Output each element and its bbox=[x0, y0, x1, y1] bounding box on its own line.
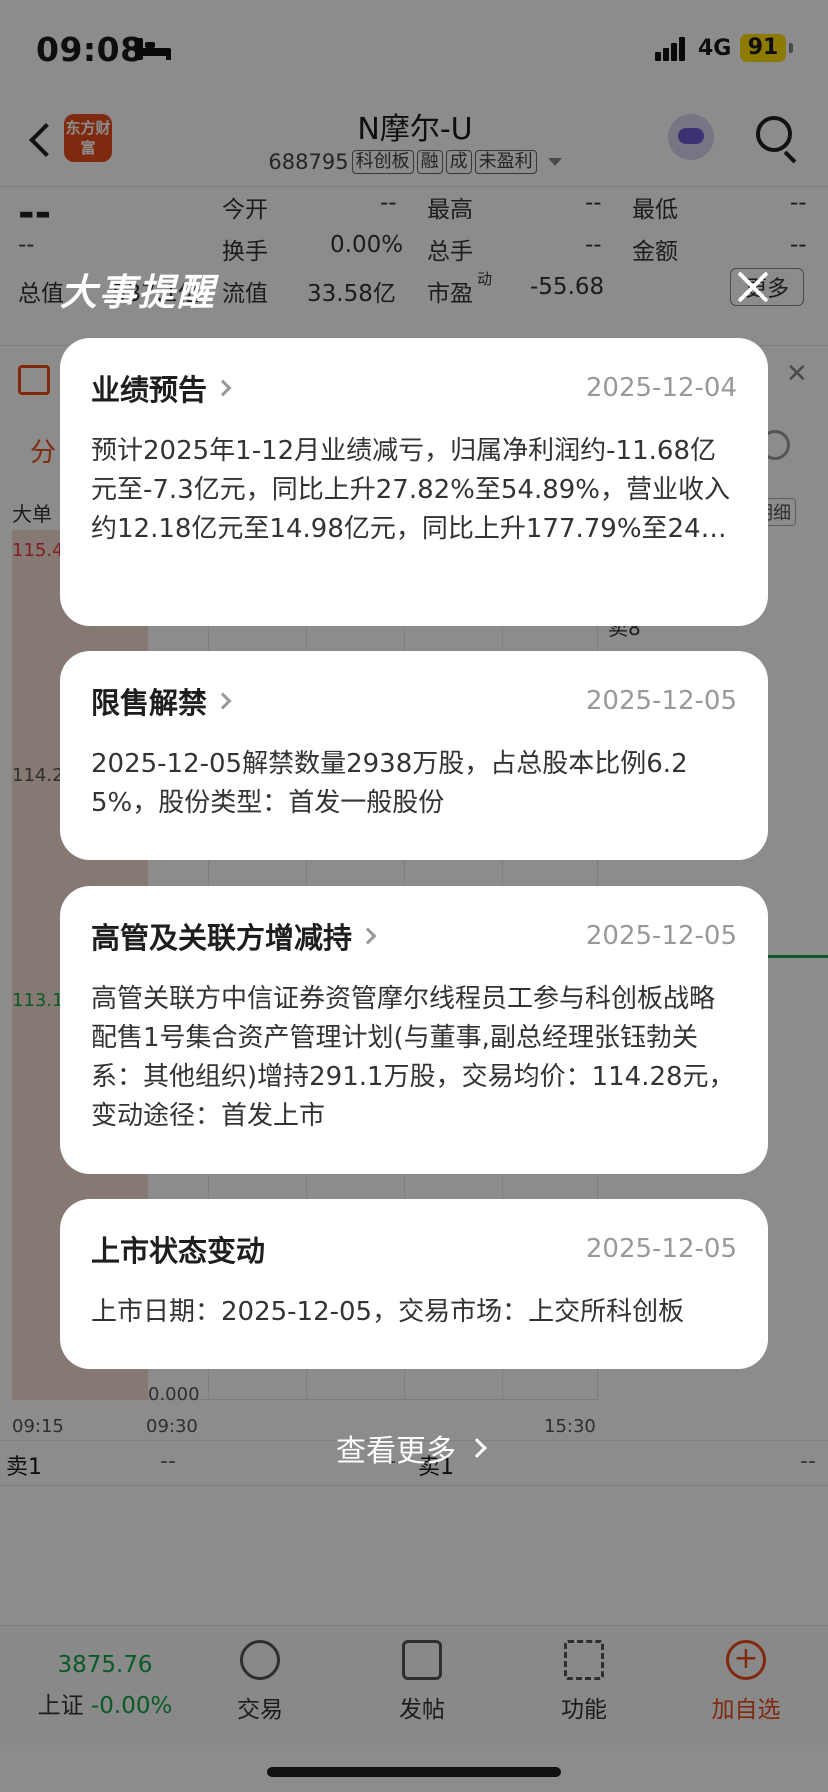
event-card-earnings-forecast[interactable]: 业绩预告 2025-12-04 预计2025年1-12月业绩减亏，归属净利润约-… bbox=[60, 338, 768, 626]
event-card-insider-trading[interactable]: 高管及关联方增减持 2025-12-05 高管关联方中信证券资管摩尔线程员工参与… bbox=[60, 886, 768, 1174]
event-body: 高管关联方中信证券资管摩尔线程员工参与科创板战略配售1号集合资产管理计划(与董事… bbox=[91, 984, 735, 1131]
event-card-lockup-expiry[interactable]: 限售解禁 2025-12-05 2025-12-05解禁数量2938万股，占总股… bbox=[60, 651, 768, 860]
event-title: 高管及关联方增减持 bbox=[91, 915, 377, 957]
chevron-right-icon bbox=[214, 379, 232, 397]
event-body: 上市日期：2025-12-05，交易市场：上交所科创板 bbox=[91, 1297, 685, 1327]
chevron-right-icon bbox=[467, 1438, 487, 1458]
home-indicator[interactable] bbox=[267, 1767, 561, 1777]
event-date: 2025-12-05 bbox=[585, 921, 737, 951]
event-date: 2025-12-05 bbox=[585, 686, 737, 716]
event-title: 业绩预告 bbox=[91, 367, 232, 409]
see-more-link[interactable]: 查看更多 bbox=[336, 1426, 487, 1470]
event-title: 上市状态变动 bbox=[91, 1234, 266, 1268]
chevron-right-icon bbox=[214, 692, 232, 710]
modal-title: 大事提醒 bbox=[60, 271, 216, 314]
event-card-listing-status[interactable]: 上市状态变动 2025-12-05 上市日期：2025-12-05，交易市场：上… bbox=[60, 1199, 768, 1369]
event-body: 预计2025年1-12月业绩减亏，归属净利润约-11.68亿元至-7.3亿元，同… bbox=[91, 436, 731, 544]
see-more-label: 查看更多 bbox=[336, 1434, 456, 1469]
event-body: 2025-12-05解禁数量2938万股，占总股本比例6.25%，股份类型：首发… bbox=[91, 749, 688, 818]
event-date: 2025-12-05 bbox=[585, 1234, 737, 1264]
chevron-right-icon bbox=[359, 927, 377, 945]
event-date: 2025-12-04 bbox=[585, 373, 737, 403]
event-title: 限售解禁 bbox=[91, 680, 232, 722]
close-icon[interactable] bbox=[733, 267, 773, 307]
